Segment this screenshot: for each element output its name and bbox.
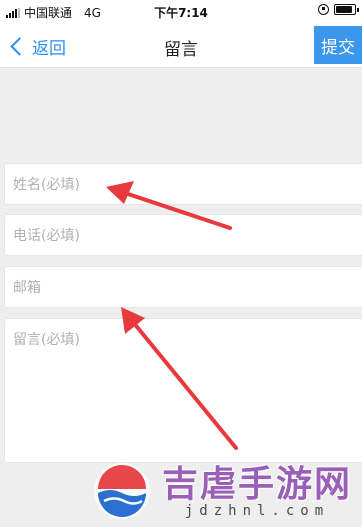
- site-logo-icon: [94, 463, 150, 519]
- submit-button[interactable]: 提交: [314, 26, 362, 64]
- nav-bar: 返回 留言 提交: [0, 24, 362, 68]
- phone-field[interactable]: 电话(必填): [4, 214, 362, 256]
- status-time: 下午7:14: [154, 6, 208, 20]
- back-button[interactable]: 返回: [8, 33, 66, 59]
- email-field[interactable]: 邮箱: [4, 266, 362, 308]
- orientation-lock-icon: [318, 4, 329, 15]
- back-label: 返回: [32, 38, 66, 59]
- watermark-text: 吉虐手游网 jdzhnl.com: [162, 463, 352, 519]
- battery-level: [336, 6, 353, 13]
- battery-icon: [334, 4, 359, 15]
- message-textarea[interactable]: 留言(必填): [4, 318, 362, 463]
- status-right: [318, 4, 359, 15]
- watermark-url: jdzhnl.com: [184, 503, 330, 519]
- status-bar: 中国联通 4G 下午7:14: [0, 0, 362, 24]
- chevron-left-icon: [10, 36, 29, 56]
- watermark: 吉虐手游网 jdzhnl.com: [90, 455, 360, 527]
- watermark-title: 吉虐手游网: [162, 463, 353, 505]
- name-field[interactable]: 姓名(必填): [4, 163, 362, 205]
